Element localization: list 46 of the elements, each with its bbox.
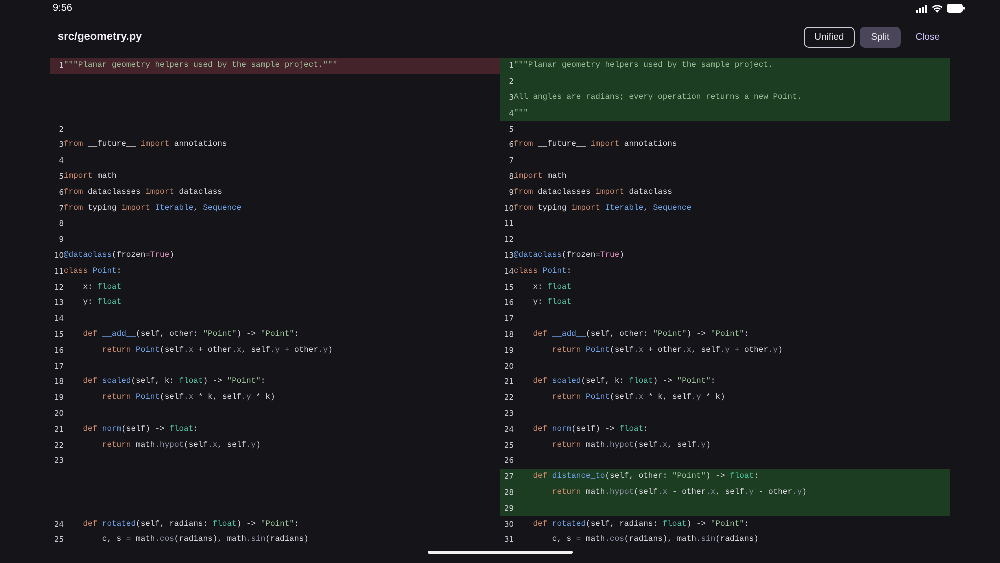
code-line: def __add__(self, other: "Point") -> "Point": (532, 330, 750, 339)
code-line: return Point(self.x * k, self.y * k) (101, 393, 276, 402)
code-line: return Point(self.x + other.x, self.y + other.y) (101, 346, 333, 355)
code-line: return math.hypot(self.x, self.y) (551, 440, 711, 450)
code-line: """Planar geometry helpers used by the sample project. (514, 61, 774, 70)
code-line: c, s = math.cos(radians), math.sin(radians) (551, 535, 759, 544)
code-line: return Point(self.x + other.x, self.y + other.y) (551, 346, 783, 355)
code-line: from dataclasses import dataclass (514, 188, 672, 197)
code-line: from __future__ import annotations (64, 140, 228, 150)
signal-icon (916, 4, 928, 12)
code-line: import math (64, 172, 117, 181)
code-line: from dataclasses import dataclass (64, 188, 222, 197)
code-line: x: float (82, 282, 122, 292)
battery-icon (947, 4, 965, 13)
code-line: All angles are radians; every operation returns a new Point. (514, 92, 802, 102)
code-line: def norm(self) -> float: (532, 424, 648, 434)
code-line: import math (514, 172, 567, 181)
view-mode-tab[interactable]: Unified (804, 26, 856, 48)
code-line: def scaled(self, k: float) -> "Point": (532, 377, 716, 386)
code-line: c, s = math.cos(radians), math.sin(radians) (101, 535, 309, 544)
view-mode-tab[interactable]: Split (860, 26, 901, 48)
status-time: 9:56 (53, 3, 72, 14)
code-line: from typing import Iterable, Sequence (514, 204, 692, 213)
code-line: def rotated(self, radians: float) -> "Point": (532, 520, 750, 528)
code-line: class Point: (64, 266, 122, 276)
code-line: return math.hypot(self.x, self.y) (101, 440, 261, 450)
code-line: from __future__ import annotations (514, 140, 678, 150)
code-line: def rotated(self, radians: float) -> "Point": (82, 520, 300, 528)
code-line: return math.hypot(self.x - other.x, self.y - other.y) (551, 488, 807, 497)
code-line: @dataclass(frozen=True) (64, 250, 174, 260)
code-line: return Point(self.x * k, self.y * k) (551, 393, 726, 402)
code-line: @dataclass(frozen=True) (514, 250, 624, 260)
code-line: y: float (532, 298, 572, 308)
close-button[interactable]: Close (906, 26, 950, 48)
code-line: class Point: (514, 266, 572, 276)
code-line: def scaled(self, k: float) -> "Point": (82, 377, 266, 386)
code-line: def __add__(self, other: "Point") -> "Point": (82, 330, 300, 339)
file-path: src/geometry.py (58, 31, 142, 43)
code-line: """Planar geometry helpers used by the sample project.""" (64, 61, 338, 70)
code-line: from typing import Iterable, Sequence (64, 204, 242, 213)
code-line: x: float (532, 282, 572, 292)
code-line: """ (514, 108, 528, 118)
wifi-icon (932, 4, 943, 12)
code-line: def distance_to(self, other: "Point") -> float: (532, 472, 759, 482)
code-line: y: float (82, 298, 122, 308)
code-line: def norm(self) -> float: (82, 424, 198, 434)
